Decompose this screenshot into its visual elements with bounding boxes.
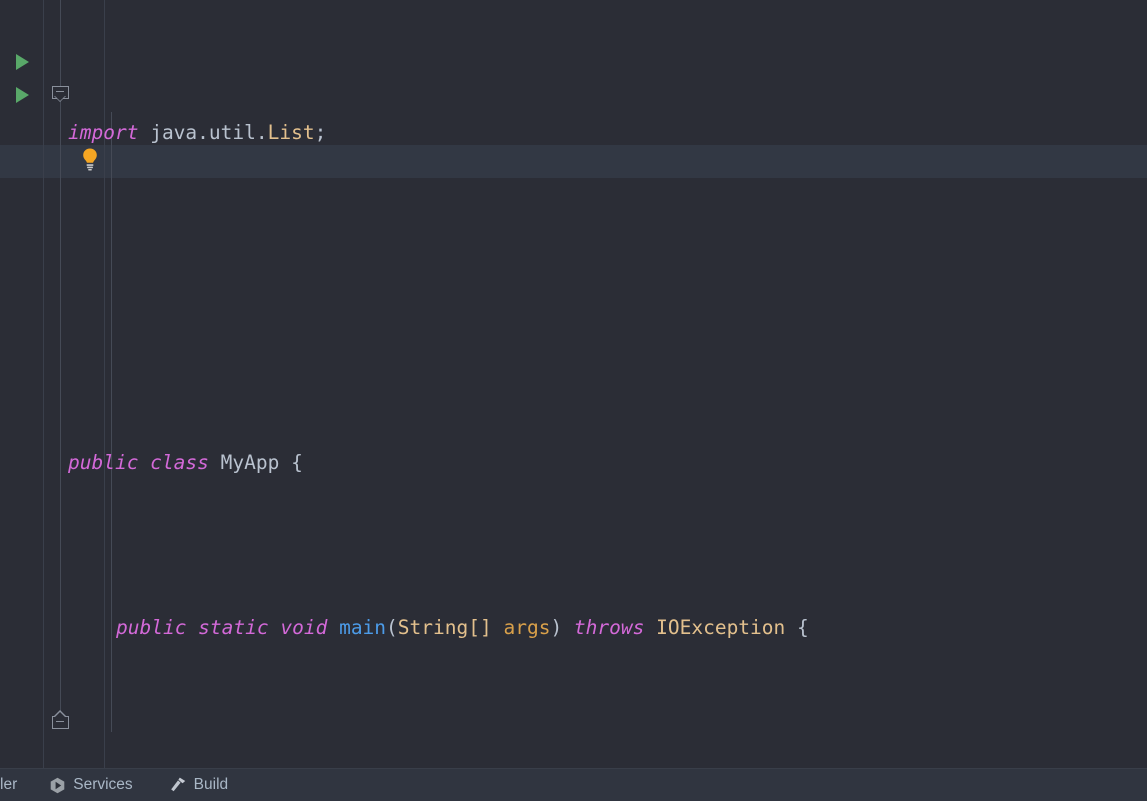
hammer-icon bbox=[169, 776, 187, 794]
token-punct: ( bbox=[386, 616, 398, 639]
toolbar-item-build[interactable]: Build bbox=[160, 769, 237, 801]
token-parameter: args bbox=[503, 616, 551, 639]
services-run-icon bbox=[49, 777, 66, 794]
lightbulb-icon[interactable] bbox=[79, 147, 101, 175]
fold-collapse-end-icon[interactable] bbox=[52, 710, 69, 729]
token-package: java.util. bbox=[150, 121, 268, 144]
code-editor[interactable]: import java.util.List; public class MyAp… bbox=[0, 0, 1147, 768]
code-text[interactable]: import java.util.List; public class MyAp… bbox=[0, 0, 939, 768]
token-punct: ) bbox=[550, 616, 574, 639]
fold-collapse-icon[interactable] bbox=[52, 86, 69, 103]
token-keyword: throws bbox=[573, 616, 645, 639]
code-line[interactable]: public class MyApp { bbox=[0, 446, 939, 479]
token-classname: MyApp bbox=[220, 451, 280, 474]
token-keyword: public class bbox=[68, 451, 209, 474]
token-method: main bbox=[339, 616, 387, 639]
code-line-blank[interactable] bbox=[0, 281, 939, 314]
token-punct: { bbox=[279, 451, 303, 474]
bottom-toolwindow-bar: ler Services Build bbox=[0, 768, 1147, 801]
code-line[interactable]: import java.util.List; bbox=[0, 116, 939, 149]
ide-window: import java.util.List; public class MyAp… bbox=[0, 0, 1147, 801]
code-line[interactable]: public static void main(String[] args) t… bbox=[0, 611, 939, 644]
toolbar-item-label: ler bbox=[0, 776, 18, 793]
token-keyword: public static void bbox=[116, 616, 328, 639]
toolbar-item-label: Services bbox=[73, 776, 133, 793]
toolbar-item-services[interactable]: Services bbox=[40, 769, 141, 801]
toolbar-item-label: Build bbox=[193, 776, 229, 793]
token-keyword: import bbox=[68, 121, 139, 144]
token-punct: { bbox=[785, 616, 809, 639]
run-gutter-icon-class[interactable] bbox=[16, 54, 29, 70]
token-type: IOException bbox=[656, 616, 786, 639]
token-punct: ; bbox=[314, 121, 327, 144]
token-type: String[] bbox=[397, 616, 492, 639]
toolbar-item-truncated[interactable]: ler bbox=[0, 769, 26, 801]
run-gutter-icon-main[interactable] bbox=[16, 87, 29, 103]
token-type: List bbox=[267, 121, 315, 144]
